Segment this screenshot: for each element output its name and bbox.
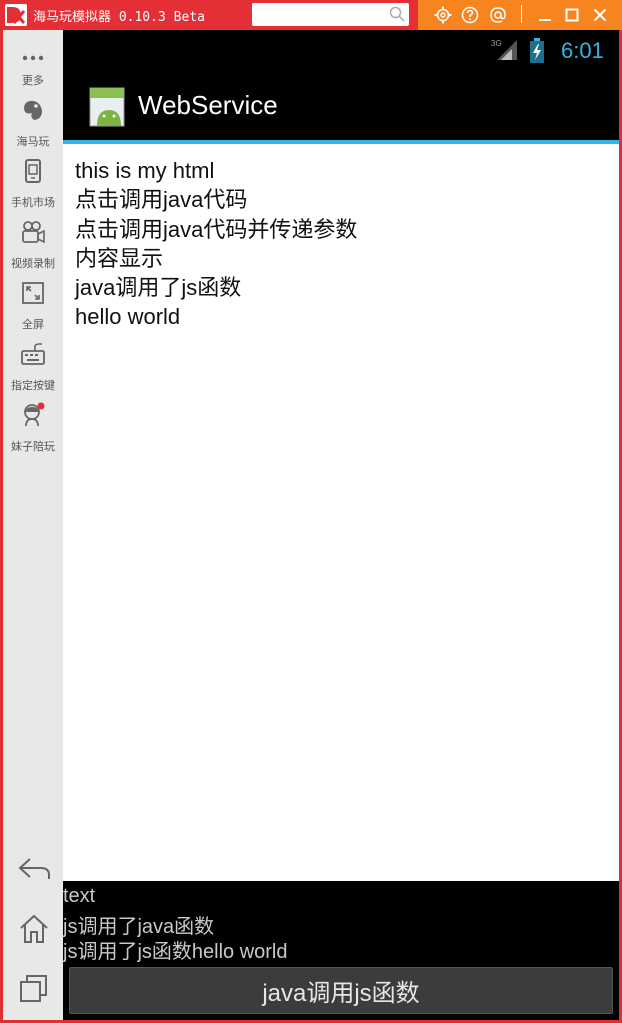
sidebar-item-phone-market[interactable]: 手机市场 [3,152,63,212]
log-line: text [63,885,96,907]
sidebar-item-label: 更多 [22,74,44,87]
sidebar-item-haima[interactable]: 海马玩 [3,91,63,151]
sidebar-item-label: 指定按键 [11,379,55,392]
sidebar-item-key-mapping[interactable]: 指定按键 [3,335,63,395]
sidebar-item-label: 海马玩 [16,135,50,148]
fullscreen-icon [22,282,44,304]
log-line: js调用了js函数hello world [63,941,288,963]
app-logo-icon [5,4,27,26]
network-type-label: 3G [491,39,502,48]
content-display-text: 内容显示 [75,245,164,271]
emulator-window: 海马玩模拟器 0.10.3 Beta 更多 海马玩 手机市场 视频录制 全屏 指… [0,0,622,1023]
sidebar-item-video-record[interactable]: 视频录制 [3,213,63,273]
emulator-sidebar: 更多 海马玩 手机市场 视频录制 全屏 指定按键 妹子陪玩 [3,30,63,1020]
log-panel: text js调用了java函数 js调用了js函数hello world ja… [63,881,619,1020]
minimize-icon[interactable] [535,5,555,25]
home-icon[interactable] [17,912,51,946]
app-title: WebService [138,90,278,120]
keyboard-icon [21,343,45,365]
back-icon[interactable] [17,852,51,886]
web-heading: this is my html [75,158,215,183]
status-bar: 3G 6:01 [63,30,619,70]
call-java-with-param-link[interactable]: 点击调用java代码并传递参数 [75,215,357,244]
web-content: this is my html 点击调用java代码 点击调用java代码并传递… [75,156,357,332]
recent-apps-icon[interactable] [17,972,51,1006]
status-time: 6:01 [561,38,604,63]
phone-market-icon [25,159,41,183]
video-record-icon [22,221,45,244]
js-called-text: java调用了js函数 [75,275,242,301]
sidebar-item-label: 全屏 [22,318,44,331]
haima-logo-icon [24,100,42,120]
title-bar-separator [521,5,522,23]
android-screen: 3G 6:01 WebService this is my html 点击调用j… [63,30,619,1020]
sidebar-item-fullscreen[interactable]: 全屏 [3,274,63,334]
maximize-icon[interactable] [562,5,582,25]
java-call-js-button[interactable]: java调用js函数 [69,967,613,1014]
at-icon[interactable] [488,5,508,25]
web-view[interactable]: this is my html 点击调用java代码 点击调用java代码并传递… [63,144,619,881]
sidebar-item-label: 妹子陪玩 [11,440,55,453]
title-bar: 海马玩模拟器 0.10.3 Beta [0,0,622,30]
search-input[interactable] [252,3,409,26]
signal-3g-icon: 3G [491,39,517,60]
sidebar-item-label: 手机市场 [11,196,55,209]
more-dots-icon [22,55,44,61]
sidebar-item-label: 视频录制 [11,257,55,270]
sidebar-item-companion[interactable]: 妹子陪玩 [3,396,63,456]
hello-world-text: hello world [75,304,181,330]
sidebar-item-more[interactable]: 更多 [3,30,63,90]
close-icon[interactable] [590,5,610,25]
window-title: 海马玩模拟器 0.10.3 Beta [33,10,205,25]
android-app-icon [89,87,125,127]
call-java-link[interactable]: 点击调用java代码 [75,185,357,214]
action-bar: WebService [63,70,619,140]
settings-icon[interactable] [433,5,453,25]
battery-icon [530,38,544,63]
girl-avatar-icon [24,402,45,427]
search-icon[interactable] [389,6,405,22]
help-icon[interactable] [460,5,480,25]
